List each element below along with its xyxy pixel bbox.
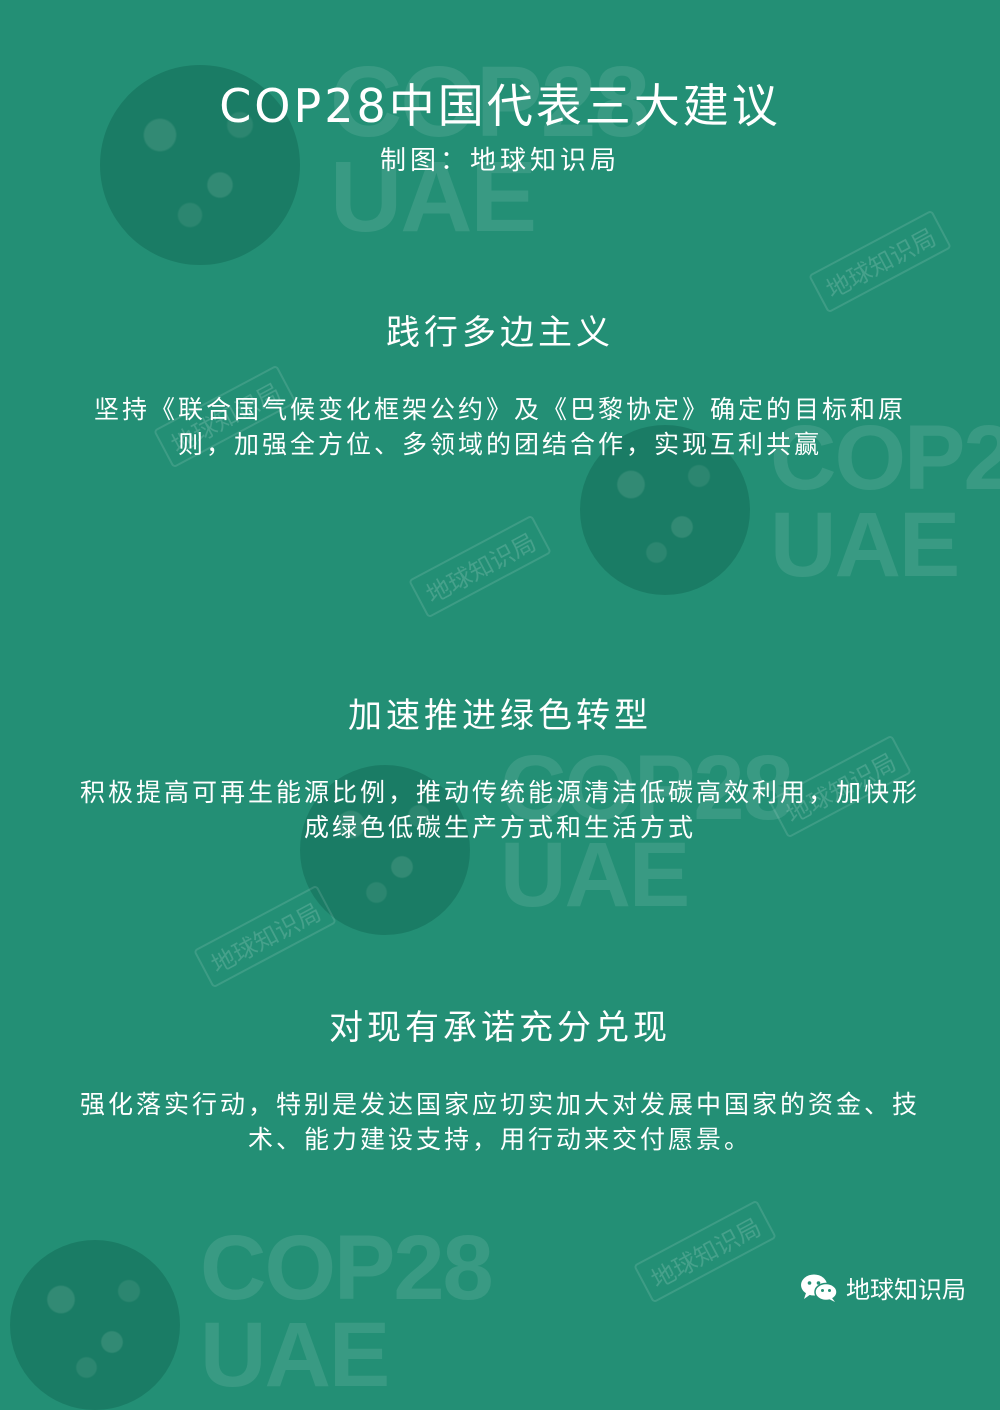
section-heading: 践行多边主义	[386, 313, 614, 353]
section-heading: 对现有承诺充分兑现	[329, 1008, 671, 1048]
watermark-text: 地球知识局	[808, 209, 952, 314]
section-body: 积极提高可再生能源比例，推动传统能源清洁低碳高效利用，加快形成绿色低碳生产方式和…	[80, 778, 921, 842]
section-body: 强化落实行动，特别是发达国家应切实加大对发展中国家的资金、技术、能力建设支持，用…	[80, 1090, 921, 1154]
page-title: COP28中国代表三大建议	[219, 79, 781, 133]
watermark-text: 地球知识局	[193, 884, 337, 989]
section-green-transition: 加速推进绿色转型 积极提高可再生能源比例，推动传统能源清洁低碳高效利用，加快形成…	[80, 688, 920, 845]
section-multilateralism: 践行多边主义 坚持《联合国气候变化框架公约》及《巴黎协定》确定的目标和原则，加强…	[80, 305, 920, 462]
wechat-icon	[801, 1274, 838, 1302]
logo-text-uae: UAE	[200, 1304, 390, 1407]
section-heading: 加速推进绿色转型	[348, 696, 652, 736]
logo-text-cop28: COP28	[200, 1217, 494, 1319]
watermark-text: 地球知识局	[408, 514, 552, 619]
account-signature: 地球知识局	[800, 1270, 966, 1305]
watermark-text: 地球知识局	[633, 1199, 777, 1304]
section-commitments: 对现有承诺充分兑现 强化落实行动，特别是发达国家应切实加大对发展中国家的资金、技…	[80, 1000, 920, 1157]
account-name: 地球知识局	[846, 1276, 966, 1304]
infographic-page: COP28UAE COP28UAE COP28UAE COP28UAE 地球知识…	[0, 0, 1000, 1410]
page-subtitle: 制图：地球知识局	[379, 146, 620, 176]
section-body: 坚持《联合国气候变化框架公约》及《巴黎协定》确定的目标和原则，加强全方位、多领域…	[93, 395, 906, 459]
logo-text-uae: UAE	[770, 494, 960, 597]
cop28-logo-watermark: COP28UAE	[10, 1222, 494, 1410]
